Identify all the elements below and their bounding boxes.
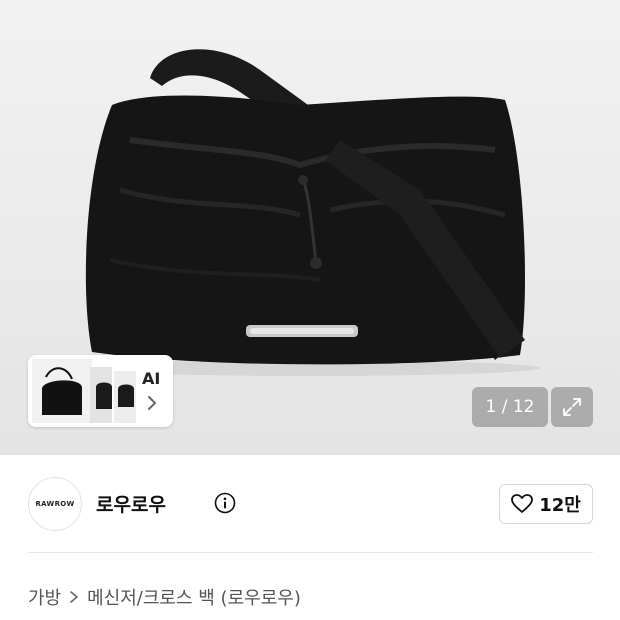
- thumbnail-images: [32, 359, 136, 423]
- ai-label: AI: [142, 369, 161, 388]
- brand-logo-text: RAWROW: [35, 500, 75, 508]
- heart-icon: [511, 494, 534, 513]
- image-counter: 1 / 12: [472, 387, 548, 427]
- brand-logo[interactable]: RAWROW: [28, 477, 82, 531]
- breadcrumb: 가방 메신저/크로스 백 (로우로우): [28, 584, 301, 610]
- like-count: 12만: [539, 495, 581, 516]
- breadcrumb-category[interactable]: 가방: [28, 584, 61, 610]
- ai-similar-items-card[interactable]: AI: [28, 355, 173, 427]
- expand-button[interactable]: [551, 387, 593, 427]
- expand-icon: [563, 398, 581, 416]
- info-icon[interactable]: [214, 492, 236, 514]
- brand-name[interactable]: 로우로우: [96, 490, 166, 517]
- image-counter-text: 1 / 12: [485, 397, 535, 417]
- brand-row: RAWROW 로우로우 12만: [28, 477, 593, 531]
- chevron-right-icon: [70, 591, 78, 603]
- divider: [28, 552, 593, 553]
- product-image-gallery[interactable]: AI 1 / 12: [0, 0, 620, 455]
- like-button[interactable]: 12만: [499, 484, 593, 524]
- chevron-right-icon: [148, 396, 156, 410]
- breadcrumb-subcategory[interactable]: 메신저/크로스 백 (로우로우): [87, 584, 301, 610]
